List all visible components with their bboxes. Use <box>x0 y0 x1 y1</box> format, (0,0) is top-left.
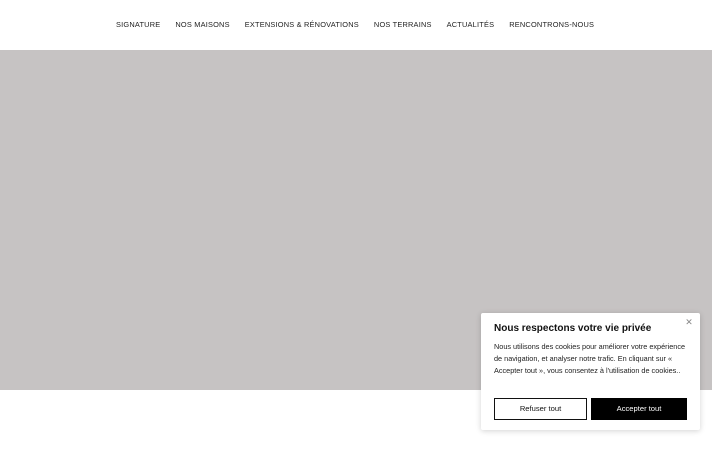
nav-item-signature[interactable]: SIGNATURE <box>116 20 160 29</box>
scrollbar-gutter <box>712 0 720 450</box>
nav-item-rencontrons-nous[interactable]: RENCONTRONS-NOUS <box>509 20 594 29</box>
nav-item-actualites[interactable]: ACTUALITÉS <box>447 20 495 29</box>
nav-item-extensions-renovations[interactable]: EXTENSIONS & RÉNOVATIONS <box>245 20 359 29</box>
main-navigation: SIGNATURE NOS MAISONS EXTENSIONS & RÉNOV… <box>0 0 712 50</box>
nav-menu: SIGNATURE NOS MAISONS EXTENSIONS & RÉNOV… <box>116 20 609 29</box>
nav-item-nos-terrains[interactable]: NOS TERRAINS <box>374 20 432 29</box>
refuse-all-button[interactable]: Refuser tout <box>494 398 587 420</box>
cookie-banner-text: Nous utilisons des cookies pour améliore… <box>494 342 686 375</box>
close-icon[interactable]: ✕ <box>684 317 694 327</box>
cookie-banner-title: Nous respectons votre vie privée <box>494 323 652 334</box>
cookie-consent-banner: Nous respectons votre vie privée ✕ Nous … <box>481 313 700 430</box>
nav-item-nos-maisons[interactable]: NOS MAISONS <box>175 20 229 29</box>
accept-all-button[interactable]: Accepter tout <box>591 398 687 420</box>
